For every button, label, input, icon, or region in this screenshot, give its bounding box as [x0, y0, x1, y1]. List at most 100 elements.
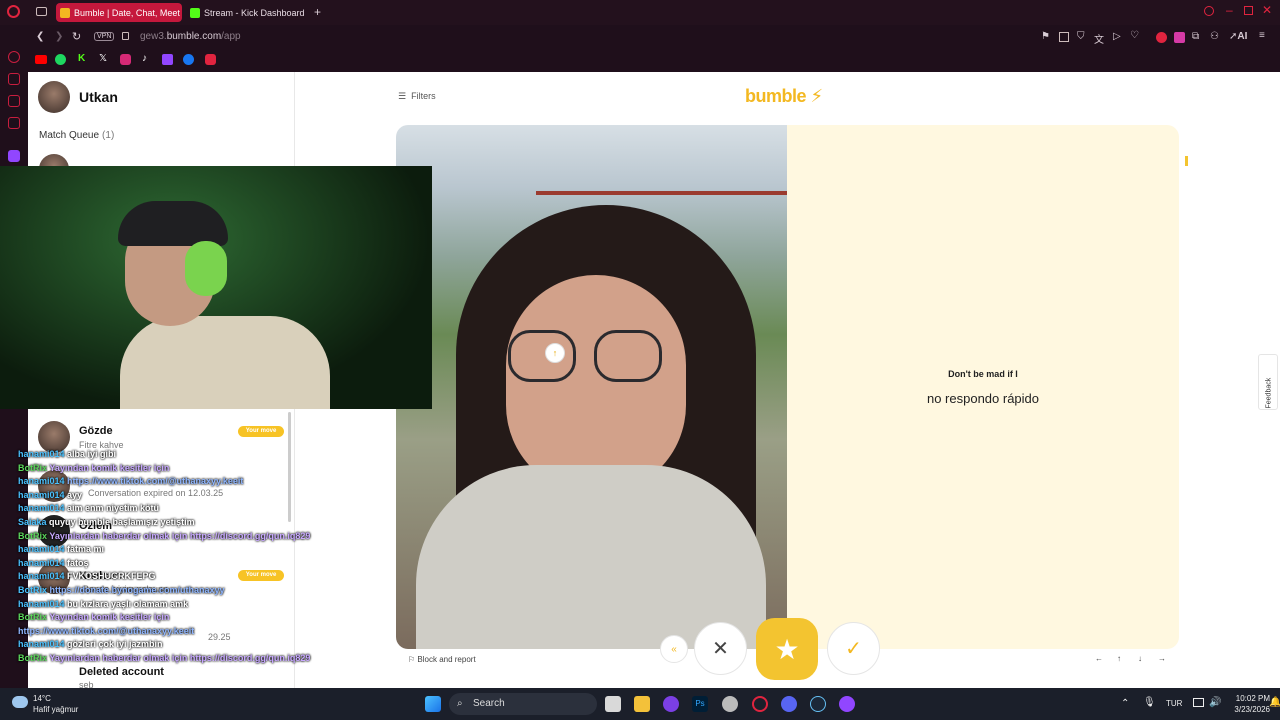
nav-key-down[interactable]: ↓	[1138, 654, 1142, 663]
sidebar-messages-icon[interactable]	[8, 95, 20, 107]
close-window-button[interactable]: ✕	[1262, 3, 1272, 17]
file-explorer-icon[interactable]	[634, 696, 650, 712]
chat-username: BotRix	[18, 612, 50, 623]
photoshop-icon[interactable]: Ps	[692, 696, 708, 712]
display-icon[interactable]	[1193, 698, 1204, 707]
app-icon[interactable]	[663, 696, 679, 712]
chat-line: hanami014 ayy	[18, 490, 82, 500]
chat-line: BotRix Yayınlardan haberdar olmak için h…	[18, 653, 310, 663]
start-icon[interactable]	[425, 696, 441, 712]
chat-username: hanami014	[18, 557, 68, 568]
tray-chevron-icon[interactable]: ⌃	[1121, 698, 1129, 709]
profile-photo[interactable]	[396, 125, 787, 649]
kick-favicon-icon	[190, 7, 200, 18]
task-view-icon[interactable]	[605, 696, 621, 712]
chat-message: gözleri çok iyi jazmbin	[67, 639, 163, 650]
x-icon[interactable]: 𝕏	[99, 53, 107, 64]
reload-icon[interactable]: ↻	[72, 30, 81, 43]
minimize-button[interactable]: –	[1226, 3, 1233, 17]
workspaces-icon[interactable]	[36, 7, 47, 16]
play-icon[interactable]: ▷	[1113, 31, 1121, 42]
bookmark-icon[interactable]: ⚑	[1041, 31, 1050, 42]
vpn-badge[interactable]: VPN	[94, 32, 115, 41]
address-bar-row: ❮ ❯ ↻ VPN gew3.bumble.com/app ⚑ ⛉ 文 ▷ ♡ …	[0, 25, 1280, 50]
filters-button[interactable]: ☰ Filters	[398, 91, 436, 102]
opera-logo-icon[interactable]	[7, 5, 20, 18]
chrome-icon[interactable]	[722, 696, 738, 712]
puzzle-icon[interactable]: ⧉	[1192, 31, 1199, 42]
tiktok-icon[interactable]: ♪	[142, 53, 147, 64]
discord-icon[interactable]	[781, 696, 797, 712]
adblock-icon[interactable]	[1156, 32, 1167, 43]
scroll-up-icon[interactable]: ↑	[545, 343, 565, 363]
maximize-button[interactable]	[1244, 6, 1253, 15]
sidebar-player-icon[interactable]	[8, 117, 20, 129]
block-report-link[interactable]: ⚐ Block and report	[408, 655, 476, 664]
snapshot-icon[interactable]	[1059, 32, 1069, 42]
new-tab-button[interactable]: +	[314, 5, 321, 19]
messenger-icon[interactable]	[183, 54, 194, 65]
weather-text: Hafif yağmur	[33, 705, 79, 714]
weather-widget[interactable]: 14°C Hafif yağmur	[33, 693, 78, 715]
sidebar-speed-dial-icon[interactable]	[8, 51, 20, 63]
feedback-tab[interactable]: Feedback	[1258, 354, 1278, 410]
chat-line: https://www.tiktok.com/@uthanaxyy.keeit	[18, 626, 194, 636]
spotify-icon[interactable]	[55, 54, 66, 65]
chat-message: https://www.tiktok.com/@uthanaxyy.keeit	[67, 476, 244, 487]
taskbar-clock[interactable]: 10:02 PM 3/23/2026	[1228, 693, 1270, 715]
twitch-icon[interactable]	[162, 54, 173, 65]
match-queue-heading: Match Queue (1)	[39, 130, 114, 141]
tab-kick-dashboard[interactable]: Stream - Kick Dashboard	[186, 3, 310, 22]
like-button[interactable]: ✓	[827, 622, 880, 675]
chat-message: Yayınlardan haberdar olmak için https://…	[49, 530, 311, 541]
chat-line: BotRix Yayınlardan haberdar olmak için h…	[18, 531, 310, 541]
twitch-studio-icon[interactable]	[839, 696, 855, 712]
chat-username: BotRix	[18, 585, 50, 595]
browser-titlebar: Bumble | Date, Chat, Meet Stream - Kick …	[0, 0, 1280, 25]
chat-message: https://www.tiktok.com/@uthanaxyy.keeit	[18, 625, 195, 636]
sidebar-people-icon[interactable]	[8, 73, 20, 85]
kick-icon[interactable]: K	[78, 53, 85, 64]
url-domain: bumble.com	[166, 31, 222, 42]
translate-icon[interactable]: 文	[1094, 31, 1104, 46]
chat-message: Yayınlardan haberdar olmak için https://…	[49, 653, 311, 663]
bookmark-extra-icon[interactable]	[205, 54, 216, 65]
nav-key-left[interactable]: ←	[1095, 654, 1103, 663]
chat-message: bu kızlara yaşlı olamam amk	[67, 598, 189, 609]
ai-button[interactable]: ➚AI	[1229, 31, 1247, 42]
tab-label: Stream - Kick Dashboard	[204, 7, 305, 18]
chat-message: FVKOSHUGRKFEPG	[67, 571, 156, 582]
nav-key-right[interactable]: →	[1158, 654, 1166, 663]
microphone-icon[interactable]: 🎙	[1143, 697, 1156, 708]
youtube-icon[interactable]	[35, 55, 47, 64]
volume-icon[interactable]: 🔊	[1209, 697, 1221, 708]
instagram-icon[interactable]	[120, 54, 131, 65]
steam-icon[interactable]	[810, 696, 826, 712]
notification-icon[interactable]: 🔔	[1269, 697, 1280, 708]
sidebar-twitch-icon[interactable]	[8, 150, 20, 162]
extension-icon[interactable]	[1174, 32, 1185, 43]
search-tabs-icon[interactable]	[1204, 6, 1214, 16]
chat-line: hanami014 alba iyi gibi	[18, 449, 116, 459]
left-panel-scrollbar[interactable]	[288, 412, 291, 522]
clock-time: 10:02 PM	[1235, 694, 1270, 703]
profile-scroll-indicator[interactable]	[1185, 156, 1188, 166]
back-icon[interactable]: ❮	[36, 31, 44, 42]
tab-bumble[interactable]: Bumble | Date, Chat, Meet	[56, 3, 182, 22]
chat-username: hanami014	[18, 571, 68, 582]
weather-icon[interactable]	[12, 696, 28, 708]
superswipe-button[interactable]: ★	[756, 618, 818, 680]
nav-key-up[interactable]: ↑	[1117, 654, 1121, 663]
user-avatar[interactable]	[38, 81, 70, 113]
opera-gx-icon[interactable]	[752, 696, 768, 712]
shield-icon[interactable]: ⛉	[1077, 31, 1085, 42]
pass-button[interactable]: ✕	[694, 622, 747, 675]
taskbar-search[interactable]: ⌕ Search	[449, 693, 597, 715]
profile-icon[interactable]: ⚇	[1210, 31, 1219, 42]
backtrack-button[interactable]: «	[660, 635, 688, 663]
heart-icon[interactable]: ♡	[1130, 30, 1139, 41]
language-indicator[interactable]: TUR	[1166, 699, 1182, 708]
menu-icon[interactable]: ≡	[1259, 30, 1265, 41]
forward-icon[interactable]: ❯	[55, 31, 63, 42]
address-field[interactable]: gew3.bumble.com/app	[140, 31, 241, 42]
